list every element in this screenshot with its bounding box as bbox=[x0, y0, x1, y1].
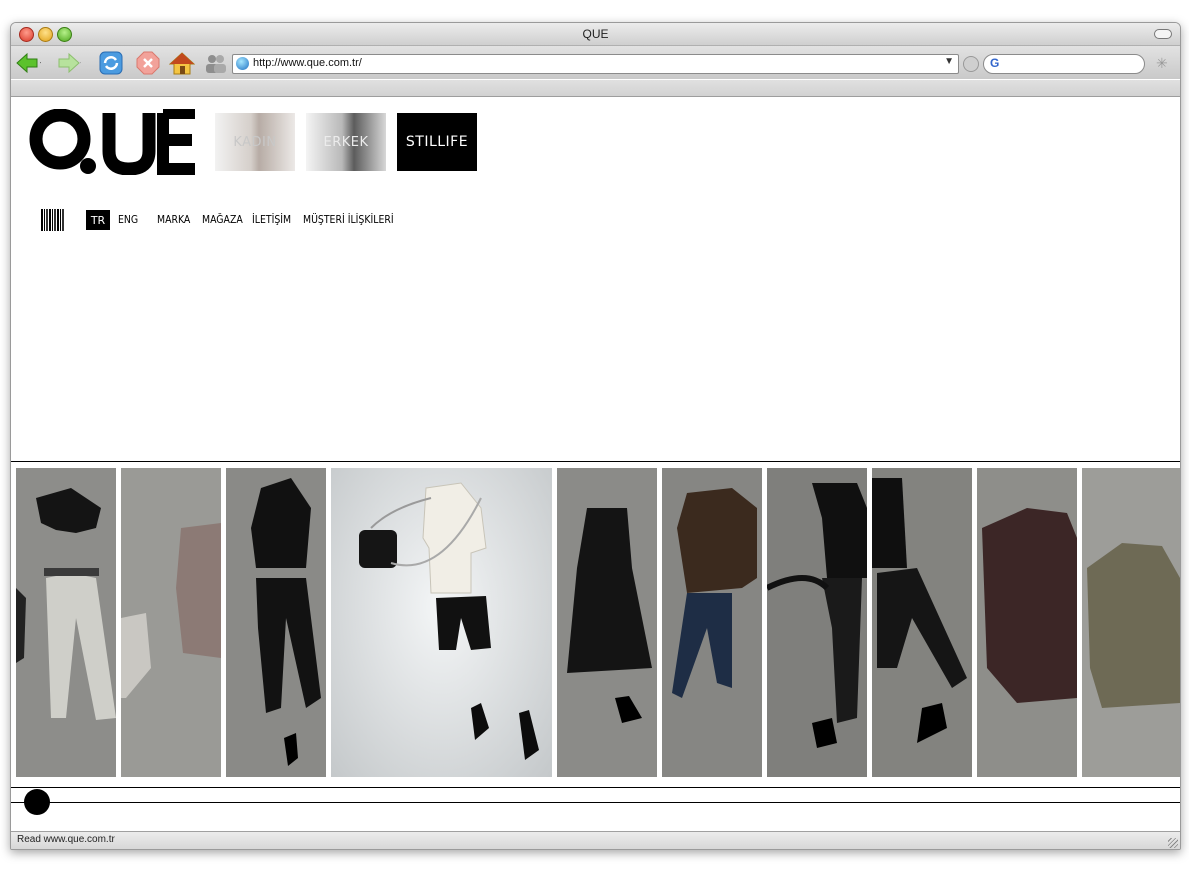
gallery-panel[interactable] bbox=[1082, 468, 1180, 777]
slider-track-bottom bbox=[11, 802, 1180, 803]
slider-track-top bbox=[11, 787, 1180, 788]
gallery-top-rule bbox=[11, 461, 1180, 462]
people-icon bbox=[206, 55, 226, 73]
back-button[interactable] bbox=[15, 51, 41, 75]
chevron-down-icon[interactable]: ▼ bbox=[944, 56, 954, 67]
go-button[interactable] bbox=[963, 56, 979, 72]
outfit-image bbox=[251, 478, 321, 766]
google-icon[interactable]: G bbox=[990, 56, 999, 70]
nav-iletisim[interactable]: İLETİŞİM bbox=[252, 213, 291, 226]
bookmarks-bar bbox=[11, 80, 1180, 97]
nav-magaza[interactable]: MAĞAZA bbox=[202, 213, 243, 226]
gallery-panel[interactable] bbox=[226, 468, 326, 777]
outfit-image bbox=[672, 488, 757, 698]
browser-toolbar: http://www.que.com.tr/ ▼ G ✳ bbox=[11, 46, 1180, 79]
forward-arrow-icon bbox=[58, 52, 81, 74]
status-text: Read www.que.com.tr bbox=[17, 834, 115, 845]
status-bar: Read www.que.com.tr bbox=[11, 831, 1180, 849]
language-eng[interactable]: ENG bbox=[118, 213, 138, 226]
gallery-panel[interactable] bbox=[767, 468, 867, 777]
reload-button[interactable] bbox=[98, 51, 124, 75]
reload-icon bbox=[99, 51, 123, 75]
address-bar[interactable]: http://www.que.com.tr/ ▼ bbox=[232, 54, 959, 74]
nav-marka[interactable]: MARKA bbox=[157, 213, 190, 226]
outfit-image bbox=[872, 478, 967, 743]
page-content: KADIN ERKEK STILLIFE TR ENG MARKA MAĞAZA… bbox=[11, 97, 1180, 831]
people-button[interactable] bbox=[203, 51, 229, 75]
back-arrow-icon bbox=[16, 52, 41, 74]
home-button[interactable] bbox=[169, 51, 195, 75]
forward-button[interactable] bbox=[55, 51, 81, 75]
resize-grip-icon[interactable] bbox=[1168, 838, 1178, 848]
gallery-panel-active[interactable] bbox=[331, 468, 552, 777]
category-erkek[interactable]: ERKEK bbox=[306, 113, 386, 171]
gallery-panel[interactable] bbox=[662, 468, 762, 777]
toolbar-toggle-button[interactable] bbox=[1154, 29, 1172, 39]
gallery-panel[interactable] bbox=[872, 468, 972, 777]
gallery-panel[interactable] bbox=[121, 468, 221, 777]
search-input[interactable]: G bbox=[983, 54, 1145, 74]
outfit-image bbox=[1087, 543, 1180, 708]
outfit-image bbox=[121, 523, 221, 698]
home-icon bbox=[169, 52, 195, 75]
outfit-image bbox=[359, 482, 539, 760]
gallery-panel[interactable] bbox=[977, 468, 1077, 777]
outfit-image bbox=[16, 488, 116, 720]
language-tr[interactable]: TR bbox=[86, 210, 110, 230]
address-text: http://www.que.com.tr/ bbox=[253, 57, 362, 69]
loading-spinner-icon: ✳ bbox=[1156, 55, 1168, 71]
outfit-image bbox=[982, 508, 1077, 703]
gallery-panel[interactable] bbox=[16, 468, 116, 777]
window-title: QUE bbox=[582, 27, 609, 41]
gallery-slider-handle[interactable] bbox=[24, 789, 50, 815]
globe-icon bbox=[236, 57, 249, 70]
gallery-panel[interactable] bbox=[557, 468, 657, 777]
title-bar: QUE bbox=[11, 23, 1180, 46]
browser-window: QUE http://www.que.com.tr/ ▼ G ✳ KADIN E… bbox=[10, 22, 1181, 850]
que-logo[interactable] bbox=[29, 109, 199, 175]
category-stillife[interactable]: STILLIFE bbox=[397, 113, 477, 171]
outfit-image bbox=[767, 483, 867, 748]
barcode-icon[interactable] bbox=[41, 209, 65, 231]
category-kadin[interactable]: KADIN bbox=[215, 113, 295, 171]
stop-button[interactable] bbox=[135, 51, 161, 75]
outfit-image bbox=[567, 508, 652, 723]
stop-icon bbox=[136, 51, 160, 75]
nav-musteri-iliskileri[interactable]: MÜŞTERİ İLİŞKİLERİ bbox=[303, 213, 394, 226]
